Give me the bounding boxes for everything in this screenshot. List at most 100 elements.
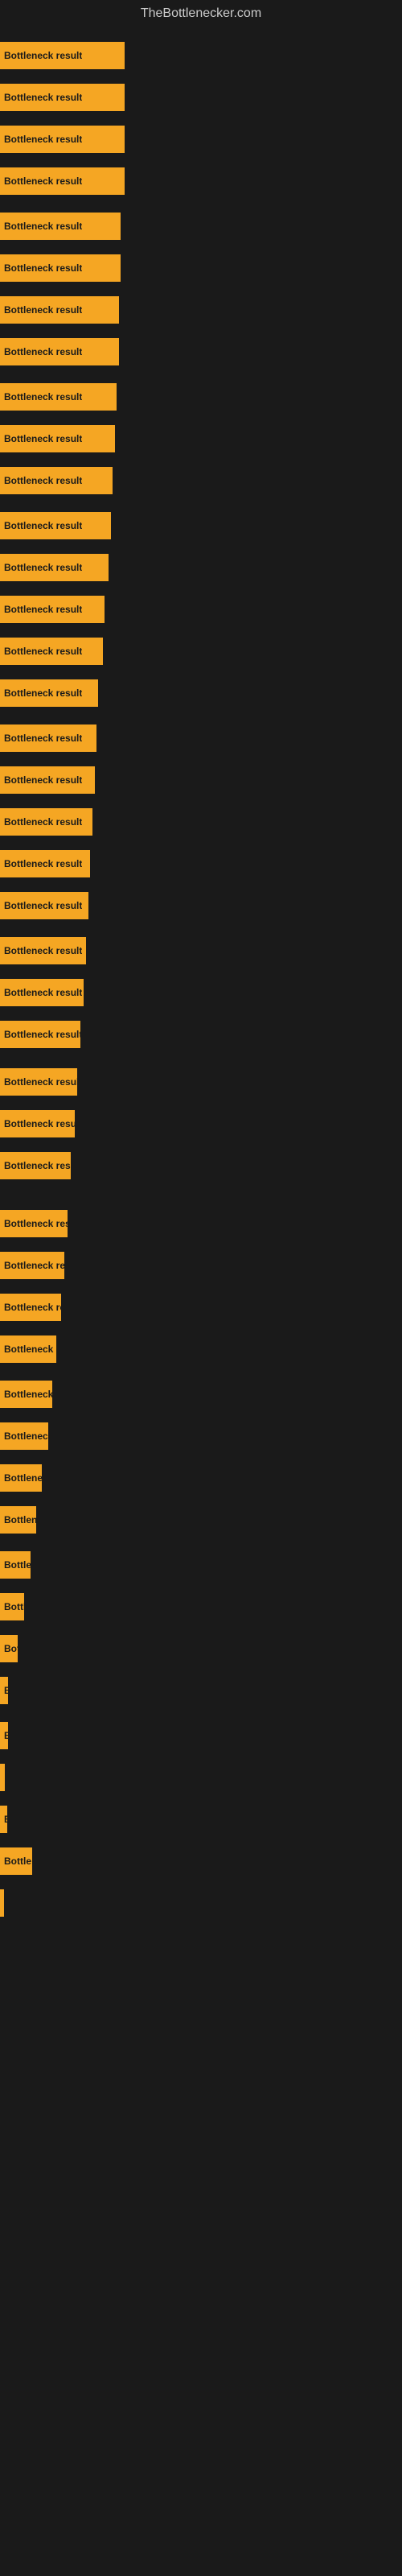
bar-label: Bottleneck result [4, 221, 82, 232]
bar: Bottleneck result [0, 1021, 80, 1048]
bar-row: Bottleneck result [0, 890, 402, 921]
bar: B [0, 1806, 7, 1833]
bar-row: Bottleneck result [0, 1292, 402, 1323]
bar-row: B [0, 1720, 402, 1751]
bar-row: Bottleneck result [0, 211, 402, 242]
bar: Bottleneck result [0, 638, 103, 665]
bar-row: Bottleneck result [0, 295, 402, 325]
bar-row: Bottleneck result [0, 678, 402, 708]
bar-label: Bottleneck result [4, 520, 82, 531]
bar-label: Bottleneck result [4, 92, 82, 103]
bar-label: Bottleneck result [4, 733, 82, 744]
bar-row: Bottleneck result [0, 1421, 402, 1451]
bar-label: Bottleneck result [4, 858, 82, 869]
bar-label: Bottleneck result [4, 687, 82, 699]
bar-label: Bottleneck result [4, 262, 82, 274]
bar-row: Bottleneck result [0, 124, 402, 155]
bar-row: Bottleneck result [0, 1208, 402, 1239]
bar: Bottleneck result [0, 892, 88, 919]
bar-label: Bottleneck result [4, 1260, 64, 1271]
bar: Bottleneck result [0, 512, 111, 539]
bar: Bottleneck result [0, 1110, 75, 1137]
bar-row: B [0, 1675, 402, 1706]
bar-label: Bottleneck result [4, 1344, 56, 1355]
bar-label: Bottleneck result [4, 50, 82, 61]
bar: Bottleneck result [0, 254, 121, 282]
bar: Bottleneck result [0, 850, 90, 877]
bar-row: Bottleneck result [0, 510, 402, 541]
bar: Bottleneck result [0, 1381, 52, 1408]
bar-row: Bottleneck result [0, 1505, 402, 1535]
bar-label: Bottleneck result [4, 1389, 52, 1400]
bar-row: Bottleneck result [0, 253, 402, 283]
bar-row: Bottleneck result [0, 1633, 402, 1664]
bar-label: Bottleneck result [4, 1029, 80, 1040]
bar: Bottleneck result [0, 1152, 71, 1179]
bar: Bottleneck result [0, 1252, 64, 1279]
bar-label: Bottleneck result [4, 1472, 42, 1484]
bar: Bottleneck result [0, 766, 95, 794]
bar-row: Bottleneck result [0, 848, 402, 879]
bar: Bottleneck result [0, 1068, 77, 1096]
bar-label: B [4, 1730, 8, 1741]
bar-label: Bottleneck result [4, 900, 82, 911]
bar: Bottleneck result [0, 1593, 24, 1620]
bar-row: Bottleneck result [0, 723, 402, 753]
bar: Bottleneck result [0, 724, 96, 752]
bar-row: Bottleneck result [0, 1591, 402, 1622]
bar-row: Bottleneck result [0, 765, 402, 795]
bar: Bottleneck result [0, 596, 105, 623]
bar: Bottleneck result [0, 1551, 31, 1579]
bar: Bottleneck result [0, 42, 125, 69]
bar-label: Bottleneck result [4, 1430, 48, 1442]
bar-label: Bottleneck result [4, 987, 82, 998]
bar-row: Bottleneck result [0, 1250, 402, 1281]
bar: Bottleneck result [0, 554, 109, 581]
bar-row: Bottleneck result [0, 1550, 402, 1580]
bar: Bottleneck result [0, 467, 113, 494]
bar-row: Bottleneck result [0, 423, 402, 454]
bar-row [0, 1888, 402, 1918]
bar-label: Bottleneck result [4, 646, 82, 657]
bar-label: Bottleneck result [4, 475, 82, 486]
bar-row: Bottleneck result [0, 1334, 402, 1364]
bar-label: Bottleneck result [4, 945, 82, 956]
bar-label: Bottle [4, 1856, 31, 1867]
bar: Bottleneck result [0, 213, 121, 240]
bar: Bottleneck result [0, 338, 119, 365]
bar-row: Bottleneck result [0, 40, 402, 71]
bar-label: Bottleneck result [4, 1218, 68, 1229]
bar-row: Bottleneck result [0, 1379, 402, 1410]
bar-label: Bottleneck result [4, 1643, 18, 1654]
bar-row: Bottleneck result [0, 1108, 402, 1139]
bar: Bottleneck result [0, 167, 125, 195]
bar-row: Bottleneck result [0, 382, 402, 412]
bar-row: Bottleneck result [0, 935, 402, 966]
bar-label: Bottleneck result [4, 346, 82, 357]
bar-label: Bottleneck result [4, 1559, 31, 1571]
bar: Bottleneck result [0, 1635, 18, 1662]
bar-label: Bottleneck result [4, 433, 82, 444]
bar: Bottleneck result [0, 1422, 48, 1450]
bar-row: Bottle [0, 1846, 402, 1876]
bar: B [0, 1677, 8, 1704]
bar-row: Bottleneck result [0, 1150, 402, 1181]
bar: Bottleneck result [0, 1335, 56, 1363]
bar: Bottleneck result [0, 979, 84, 1006]
bar-label: Bottleneck result [4, 175, 82, 187]
bar-row: B [0, 1804, 402, 1835]
bar: B [0, 1722, 8, 1749]
page-wrapper: TheBottlenecker.com Bottleneck resultBot… [0, 0, 402, 2576]
bar: Bottleneck result [0, 1506, 36, 1534]
bar-label: Bottleneck result [4, 391, 82, 402]
bar [0, 1764, 5, 1791]
bar-row: Bottleneck result [0, 166, 402, 196]
bar-row: Bottleneck result [0, 1067, 402, 1097]
bar-label: Bottleneck result [4, 1160, 71, 1171]
bar-label: B [4, 1814, 7, 1825]
bar-row: Bottleneck result [0, 594, 402, 625]
bar-label: Bottleneck result [4, 1118, 75, 1129]
bar: Bottleneck result [0, 808, 92, 836]
bar-row: Bottleneck result [0, 552, 402, 583]
bar-row: Bottleneck result [0, 82, 402, 113]
